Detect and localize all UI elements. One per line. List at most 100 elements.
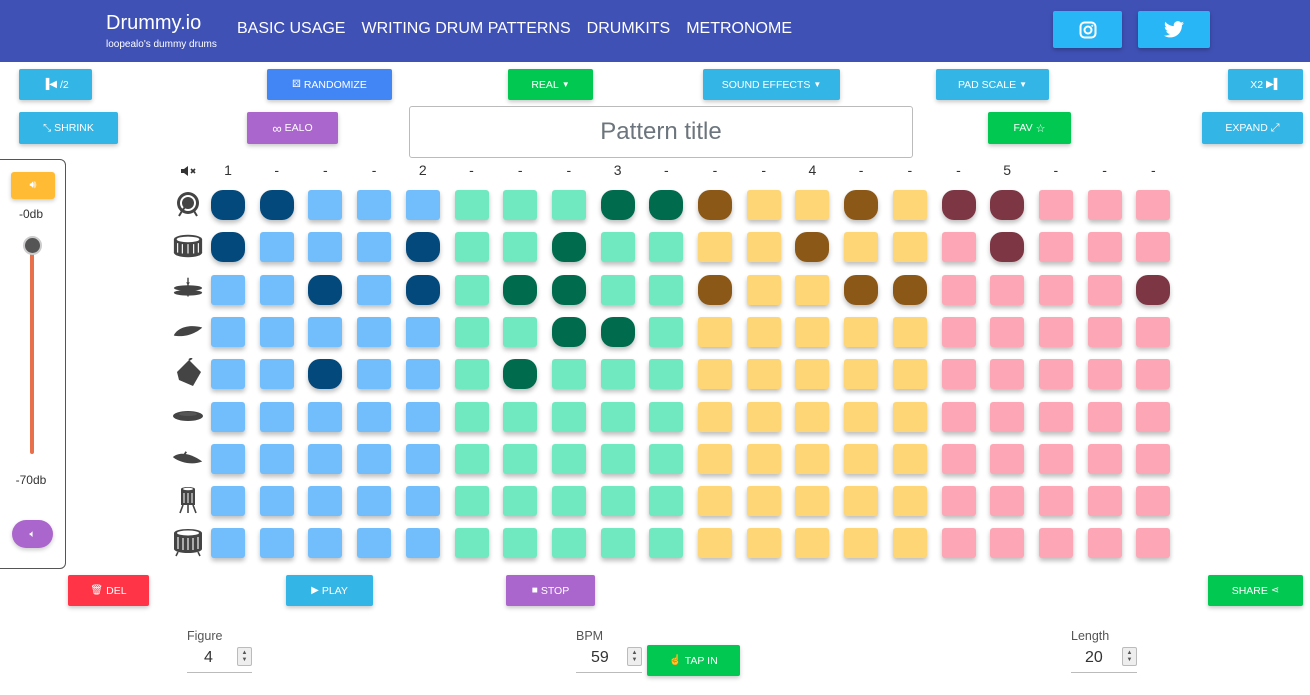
- pad[interactable]: [259, 274, 294, 305]
- pad[interactable]: [1087, 274, 1122, 305]
- pad[interactable]: [357, 190, 392, 220]
- pad[interactable]: [698, 274, 732, 305]
- volume-slider-thumb[interactable]: [23, 236, 42, 255]
- pad[interactable]: [503, 232, 538, 263]
- pad[interactable]: [259, 190, 294, 220]
- pad[interactable]: [211, 443, 245, 474]
- pad[interactable]: [746, 486, 781, 517]
- figure-input[interactable]: 4 ▲ ▼: [187, 643, 252, 673]
- pad[interactable]: [405, 486, 440, 517]
- pad[interactable]: [1038, 486, 1073, 517]
- pad[interactable]: [600, 486, 635, 517]
- pad[interactable]: [600, 401, 635, 432]
- pad[interactable]: [211, 316, 245, 347]
- pad[interactable]: [211, 528, 245, 559]
- brand-logo[interactable]: Drummy.io: [106, 12, 201, 35]
- pad[interactable]: [795, 528, 830, 559]
- pad[interactable]: [1136, 486, 1171, 517]
- pad[interactable]: [308, 443, 343, 474]
- pad[interactable]: [844, 232, 879, 263]
- pad[interactable]: [1136, 443, 1171, 474]
- mute-all-icon[interactable]: [172, 162, 204, 180]
- pad[interactable]: [990, 232, 1025, 263]
- pad[interactable]: [259, 486, 294, 517]
- pad[interactable]: [941, 316, 976, 347]
- pad[interactable]: [990, 316, 1025, 347]
- pad[interactable]: [600, 443, 635, 474]
- shrink-button[interactable]: ⤡ SHRINK: [19, 112, 118, 144]
- pad[interactable]: [892, 401, 927, 432]
- clap-icon[interactable]: [172, 402, 204, 430]
- pad[interactable]: [892, 190, 927, 220]
- pad[interactable]: [941, 401, 976, 432]
- pad[interactable]: [454, 232, 489, 263]
- pad[interactable]: [1038, 528, 1073, 559]
- pad[interactable]: [795, 359, 830, 390]
- pad[interactable]: [795, 274, 830, 305]
- pad[interactable]: [795, 316, 830, 347]
- pad[interactable]: [649, 316, 684, 347]
- pad[interactable]: [746, 443, 781, 474]
- pad[interactable]: [1087, 232, 1122, 263]
- tap-in-button[interactable]: ☝ TAP IN: [647, 645, 740, 676]
- pad[interactable]: [259, 316, 294, 347]
- cymbal-icon[interactable]: [172, 317, 204, 345]
- volume-up-button[interactable]: 🔊︎: [11, 172, 55, 199]
- play-button[interactable]: ▶ PLAY: [286, 575, 373, 606]
- instagram-button[interactable]: [1053, 11, 1122, 48]
- length-spinner[interactable]: ▲ ▼: [1122, 647, 1137, 666]
- pad[interactable]: [844, 401, 879, 432]
- pad[interactable]: [1136, 528, 1171, 559]
- halve-button[interactable]: ▐◀/2: [19, 69, 92, 100]
- share-button[interactable]: SHARE ⋖: [1208, 575, 1303, 606]
- pad[interactable]: [600, 274, 635, 305]
- pad[interactable]: [357, 443, 392, 474]
- pad[interactable]: [211, 190, 245, 220]
- pad[interactable]: [649, 401, 684, 432]
- pad[interactable]: [649, 528, 684, 559]
- pad[interactable]: [503, 401, 538, 432]
- twitter-button[interactable]: [1138, 11, 1210, 48]
- snare-drum-icon[interactable]: [172, 232, 204, 260]
- pad[interactable]: [357, 486, 392, 517]
- figure-spinner[interactable]: ▲ ▼: [237, 647, 252, 666]
- pad[interactable]: [357, 232, 392, 263]
- pad[interactable]: [503, 528, 538, 559]
- hihat-icon[interactable]: [172, 275, 204, 303]
- pad[interactable]: [941, 486, 976, 517]
- pad[interactable]: [308, 232, 343, 263]
- double-button[interactable]: X2 ▶▌: [1228, 69, 1303, 100]
- pad[interactable]: [308, 528, 343, 559]
- pad[interactable]: [941, 274, 976, 305]
- pad[interactable]: [844, 528, 879, 559]
- pad[interactable]: [844, 359, 879, 390]
- pad[interactable]: [892, 316, 927, 347]
- pattern-title-input[interactable]: [409, 106, 913, 158]
- pad[interactable]: [405, 316, 440, 347]
- pad[interactable]: [698, 359, 732, 390]
- pad[interactable]: [259, 401, 294, 432]
- cowbell-icon[interactable]: [172, 358, 204, 387]
- pad[interactable]: [649, 232, 684, 263]
- pad[interactable]: [357, 359, 392, 390]
- pad[interactable]: [454, 401, 489, 432]
- bass-drum-icon[interactable]: [172, 190, 204, 218]
- nav-metronome[interactable]: METRONOME: [686, 20, 792, 38]
- pad[interactable]: [405, 232, 440, 263]
- pad[interactable]: [211, 401, 245, 432]
- pad[interactable]: [746, 528, 781, 559]
- pad[interactable]: [892, 486, 927, 517]
- pad[interactable]: [844, 486, 879, 517]
- pad[interactable]: [454, 486, 489, 517]
- pad[interactable]: [600, 232, 635, 263]
- pad[interactable]: [990, 190, 1025, 220]
- pad[interactable]: [1136, 274, 1171, 305]
- pad[interactable]: [844, 190, 879, 220]
- pad[interactable]: [357, 316, 392, 347]
- pad[interactable]: [1136, 359, 1171, 390]
- pad[interactable]: [308, 316, 343, 347]
- tom-icon[interactable]: [172, 486, 204, 514]
- pad[interactable]: [1087, 486, 1122, 517]
- pad[interactable]: [746, 232, 781, 263]
- pad[interactable]: [1136, 401, 1171, 432]
